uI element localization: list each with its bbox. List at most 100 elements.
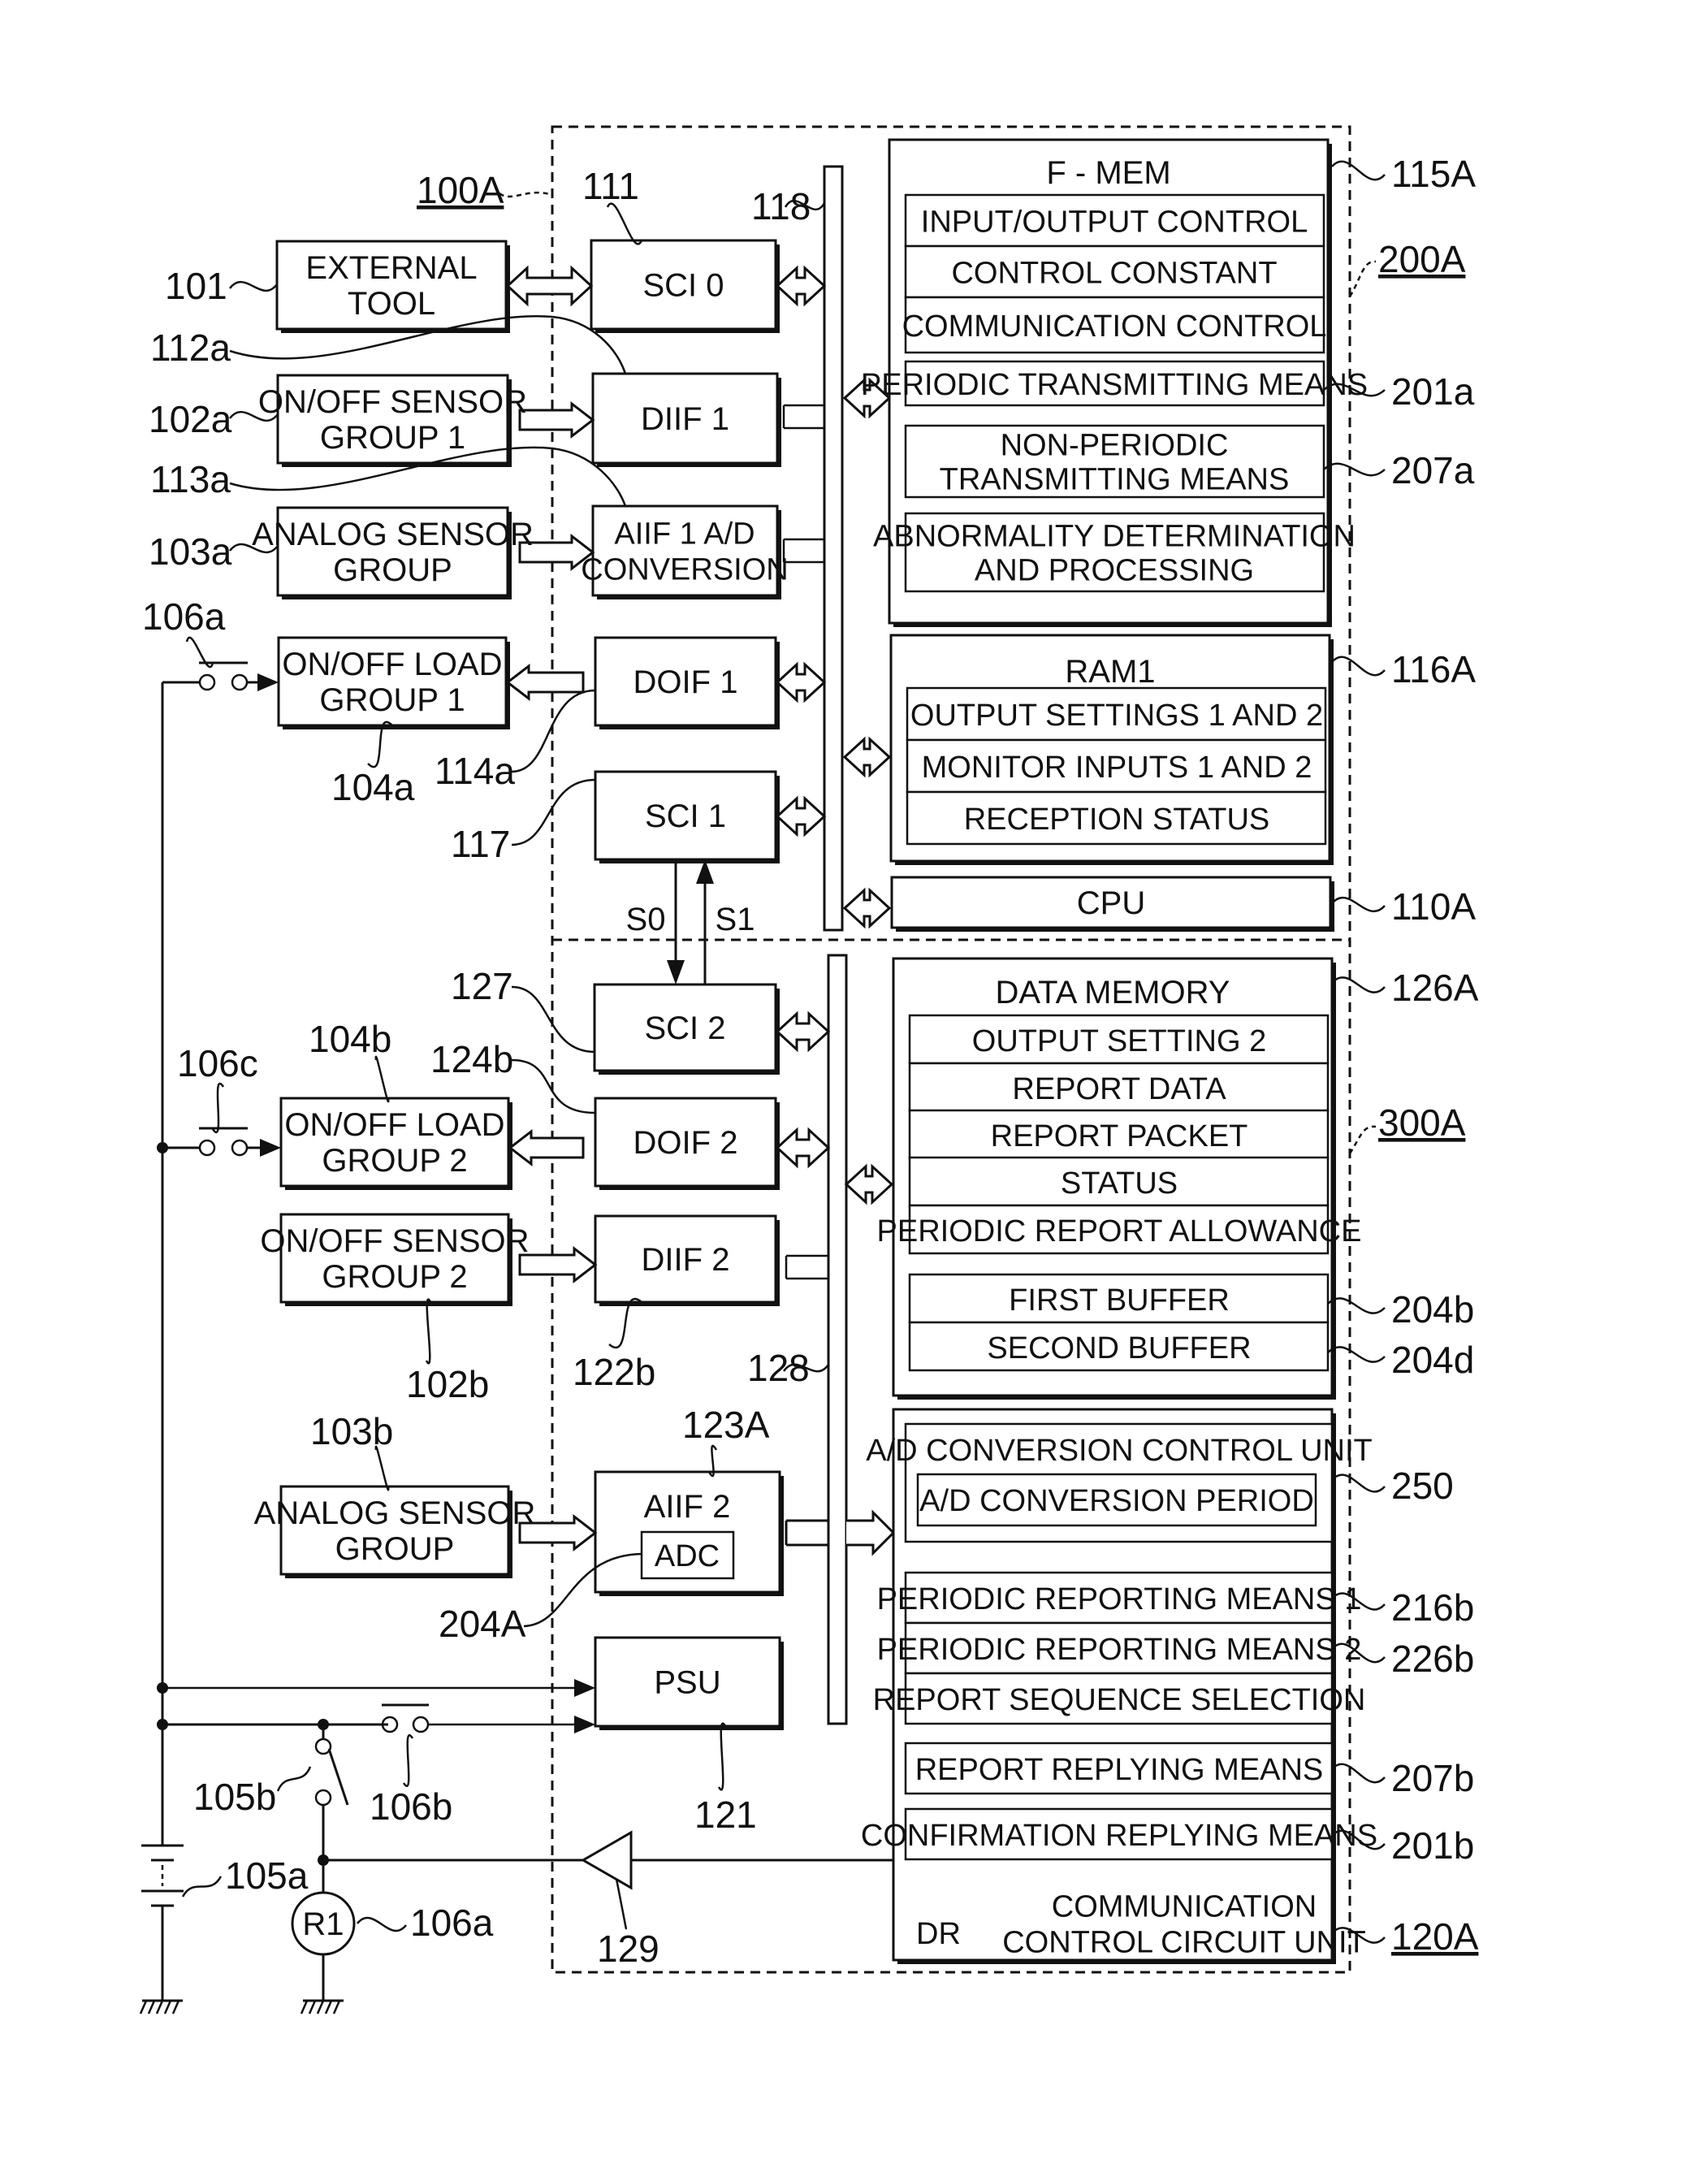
ref-104a: 104a [331, 766, 415, 808]
driver-129-triangle [580, 1830, 633, 1890]
non-periodic-text-line: TRANSMITTING MEANS [940, 462, 1290, 496]
data-memory-row-text: REPORT DATA [1012, 1072, 1226, 1106]
ground-battery-hatch [155, 2000, 164, 2014]
non-periodic-text-line: NON-PERIODIC [1001, 428, 1229, 462]
relay-r1-label: R1 [302, 1906, 344, 1942]
ref-117: 117 [451, 823, 510, 865]
data-memory-row-text: STATUS [1061, 1166, 1178, 1201]
abnormality-text-line: ABNORMALITY DETERMINATION [873, 519, 1356, 553]
leader-204b [1327, 1297, 1386, 1314]
sci2-box-label: SCI 2 [644, 1010, 725, 1046]
f-mem-row-text: COMMUNICATION CONTROL [902, 309, 1327, 344]
leader-switch-106b [402, 1734, 414, 1787]
leader-121 [717, 1722, 727, 1791]
doif2-bus-arrow [775, 1127, 831, 1169]
ref-204d: 204d [1391, 1339, 1474, 1381]
confirmation-replying-text: CONFIRMATION REPLYING MEANS [861, 1819, 1377, 1853]
ref-123A: 123A [682, 1404, 770, 1446]
leader-115A [1331, 160, 1386, 181]
analog-sensor-group-2-box-text-line: GROUP [335, 1531, 455, 1567]
aiif1-bus-connector [782, 538, 824, 564]
sci1-bus-arrow [775, 795, 827, 837]
onoff-load-group-2-box-text-line: ON/OFF LOAD [284, 1107, 504, 1143]
ref-switch-106c: 106c [177, 1042, 258, 1084]
diif2-box-label: DIIF 2 [642, 1242, 730, 1278]
leader-100a [499, 191, 553, 198]
leader-122b [608, 1298, 642, 1348]
ref-103b: 103b [310, 1410, 393, 1452]
ref-116A: 116A [1391, 648, 1476, 690]
leader-relay-106a [357, 1916, 407, 1932]
leader-300a [1348, 1125, 1377, 1154]
switch-106c-terminal-b [231, 1139, 249, 1157]
ref-switch-105b: 105b [193, 1776, 276, 1818]
sensor2-diif2-arrow [518, 1245, 598, 1284]
ref-250: 250 [1391, 1465, 1454, 1507]
ad-conversion-period-text: A/D CONVERSION PERIOD [919, 1484, 1314, 1518]
aiif2-label: AIIF 2 [644, 1489, 731, 1525]
block-diagram: 100A200A300AEXTERNALTOOLON/OFF SENSORGRO… [139, 125, 1479, 2014]
ref-110A: 110A [1391, 885, 1476, 928]
ground-battery-hatch [139, 2000, 148, 2014]
f-mem-row-text: CONTROL CONSTANT [951, 257, 1277, 291]
leader-103b [374, 1445, 390, 1491]
ref-120A: 120A [1391, 1915, 1479, 1958]
doif2-load2-arrow [508, 1128, 585, 1167]
ref-207b: 207b [1391, 1757, 1474, 1799]
ref-101: 101 [165, 265, 227, 307]
onoff-load-group-1-box-text-line: ON/OFF LOAD [282, 647, 502, 682]
ref-111: 111 [582, 165, 639, 207]
switch-106a-terminal-a [198, 673, 216, 691]
ref-115A: 115A [1391, 153, 1476, 195]
switch-106c-terminal-a [198, 1139, 216, 1157]
bus-datamemory-arrow [844, 1163, 894, 1205]
psu-box-label: PSU [654, 1665, 720, 1701]
ref-124b: 124b [430, 1038, 513, 1080]
leader-111 [606, 202, 643, 245]
diif1-bus-connector [782, 404, 824, 430]
leader-250 [1331, 1473, 1386, 1493]
doif1-bus-arrow [775, 661, 827, 703]
adc-label: ADC [655, 1539, 720, 1573]
ref-113a: 113a [150, 458, 231, 500]
ground-battery-hatch [171, 2000, 180, 2014]
sci0-box-label: SCI 0 [642, 268, 724, 304]
analog-sensor-group-1-box-text-line: GROUP [333, 552, 452, 588]
ram1-title: RAM1 [1065, 654, 1155, 690]
doif1-load1-arrow [505, 663, 585, 702]
ref-201b: 201b [1391, 1824, 1474, 1867]
ref-122b: 122b [573, 1351, 655, 1393]
second-buffer-text: SECOND BUFFER [987, 1331, 1251, 1365]
bus-cpu-arrow [842, 887, 892, 929]
ref-128: 128 [747, 1347, 810, 1389]
switch-105b-terminal-a [314, 1737, 332, 1755]
ground-relay-hatch [300, 2000, 309, 2014]
data-memory-title: DATA MEMORY [996, 975, 1230, 1010]
ref-127: 127 [451, 965, 513, 1007]
ref-200a: 200A [1378, 238, 1466, 280]
periodic-reporting-2-text: PERIODIC REPORTING MEANS 2 [877, 1633, 1362, 1667]
ad-control-unit-title: A/D CONVERSION CONTROL UNIT [866, 1434, 1373, 1468]
leader-207b [1331, 1763, 1386, 1784]
dr-label: DR [916, 1917, 961, 1951]
bus-ram1-arrow [842, 736, 892, 778]
periodic-reporting-1-text: PERIODIC REPORTING MEANS 1 [877, 1582, 1362, 1616]
onoff-load-group-2-box-text-line: GROUP 2 [322, 1143, 467, 1179]
ref-battery-105a: 105a [225, 1854, 309, 1897]
doif2-box-label: DOIF 2 [633, 1125, 738, 1161]
ref-switch-106a: 106a [142, 595, 226, 638]
leader-129 [616, 1879, 627, 1929]
analog-sensor-group-1-box-text-line: ANALOG SENSOR [252, 517, 534, 552]
ref-204b: 204b [1391, 1288, 1474, 1331]
ref-112a: 112a [150, 327, 231, 369]
cpu-label: CPU [1077, 885, 1145, 921]
ground-relay-hatch [316, 2000, 325, 2014]
f-mem-title: F - MEM [1046, 155, 1170, 191]
leader-102b [425, 1298, 432, 1365]
external-tool-box-text-line: TOOL [348, 286, 435, 322]
ram1-row-text: OUTPUT SETTINGS 1 AND 2 [910, 699, 1323, 733]
leader-200a [1348, 260, 1377, 297]
ground-relay-hatch [332, 2000, 341, 2014]
report-sequence-text: REPORT SEQUENCE SELECTION [873, 1683, 1366, 1717]
ref-114a: 114a [435, 750, 515, 792]
